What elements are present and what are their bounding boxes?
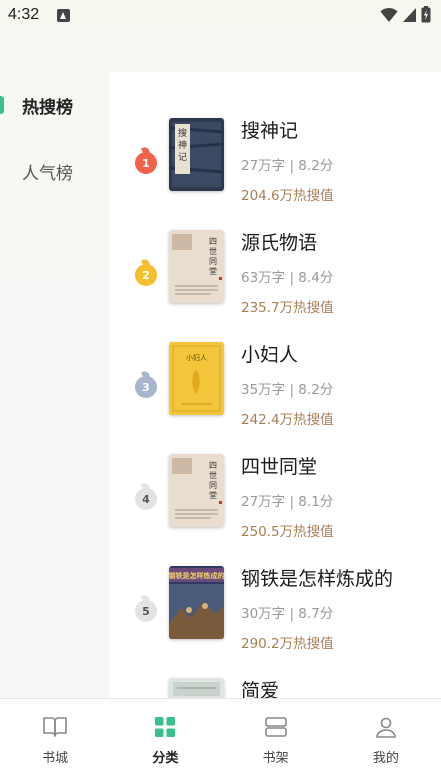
book-cover[interactable]: 小妇人 [169, 342, 224, 415]
cover-title-char: 记 [178, 152, 187, 163]
book-meta: 63万字 | 8.4分 [241, 270, 334, 286]
tab-category[interactable]: 分类 [110, 699, 220, 784]
cover-title-char: 搜 [178, 127, 187, 139]
book-cover[interactable]: 搜 神 记 [169, 118, 224, 191]
book-title: 小妇人 [241, 344, 299, 366]
book-meta: 27万字 | 8.2分 [241, 158, 334, 174]
rank-badge: 5 [135, 600, 157, 622]
book-title: 源氏物语 [241, 232, 318, 254]
shelf-icon [264, 717, 287, 737]
book-item[interactable]: 5 钢铁是怎样炼成的 钢铁是怎样炼成的 30万字 | 8.7分 290.2万热搜… [110, 566, 441, 678]
book-cover[interactable]: 四 世 同 堂 [169, 454, 224, 527]
user-icon [376, 717, 396, 738]
book-title: 搜神记 [241, 120, 299, 142]
rank-badge: 3 [135, 376, 157, 398]
cover-title-char: 世 [209, 470, 217, 480]
cover-title-char: 四 [209, 237, 217, 246]
sidebar-item-popularity[interactable]: 人气榜 [0, 138, 110, 204]
book-meta: 35万字 | 8.2分 [241, 382, 334, 398]
battery-icon [421, 6, 431, 23]
tab-bookstore[interactable]: 书城 [0, 699, 110, 784]
tab-profile[interactable]: 我的 [331, 699, 441, 784]
book-title: 钢铁是怎样炼成的 [241, 568, 394, 590]
book-cover[interactable] [169, 678, 224, 698]
rank-badge: 1 [135, 152, 157, 174]
tab-label: 我的 [372, 751, 399, 766]
book-heat: 204.6万热搜值 [241, 188, 334, 204]
book-item[interactable]: 4 四 世 同 堂 四世同堂 27万字 | 8.1分 250.5万热搜值 [110, 454, 441, 566]
book-heat: 235.7万热搜值 [241, 300, 334, 316]
book-item[interactable]: 简爱 [110, 678, 441, 698]
book-meta: 30万字 | 8.7分 [241, 606, 334, 622]
rank-badge: 4 [135, 488, 157, 510]
book-item[interactable]: 2 四 世 同 堂 源氏物语 63万字 | 8.4分 235.7万热搜值 [110, 230, 441, 342]
book-open-icon [43, 717, 67, 737]
tab-label: 分类 [152, 751, 179, 766]
sidebar-item-label: 人气榜 [22, 163, 73, 184]
bottom-tab-bar: 书城 分类 书架 我的 [0, 698, 441, 784]
book-ranking-list[interactable]: 1 搜 神 记 搜神记 27万字 | 8.2分 204.6万热搜值 2 四 世 [110, 72, 441, 698]
active-indicator [0, 96, 4, 114]
tab-label: 书架 [262, 751, 289, 766]
book-title: 简爱 [241, 680, 280, 698]
app-notification-icon [57, 9, 70, 22]
ranking-sidebar: 热搜榜 人气榜 [0, 72, 110, 204]
status-time: 4:32 [8, 6, 40, 23]
book-heat: 250.5万热搜值 [241, 524, 334, 540]
status-icons [380, 6, 431, 23]
cover-title-char: 堂 [209, 490, 217, 500]
sidebar-item-hot-search[interactable]: 热搜榜 [0, 72, 110, 138]
cover-title-text: 钢铁是怎样炼成的 [169, 571, 224, 580]
cover-title-char: 堂 [209, 266, 217, 276]
book-heat: 290.2万热搜值 [241, 636, 334, 652]
signal-icon [403, 7, 416, 22]
tab-label: 书城 [42, 751, 69, 766]
book-item[interactable]: 3 小妇人 小妇人 35万字 | 8.2分 242.4万热搜值 [110, 342, 441, 454]
grid-icon [155, 717, 176, 737]
status-bar: 4:32 [0, 0, 441, 32]
book-meta: 27万字 | 8.1分 [241, 494, 334, 510]
book-cover[interactable]: 钢铁是怎样炼成的 [169, 566, 224, 639]
cover-title-char: 同 [209, 481, 217, 490]
book-title: 四世同堂 [241, 456, 318, 478]
rank-badge: 2 [135, 264, 157, 286]
cover-title-char: 同 [209, 257, 217, 266]
book-cover[interactable]: 四 世 同 堂 [169, 230, 224, 303]
wifi-icon [380, 7, 398, 22]
cover-title-char: 神 [178, 139, 187, 151]
cover-title-char: 世 [209, 246, 217, 256]
cover-title-char: 四 [209, 461, 217, 470]
cover-title-text: 小妇人 [186, 353, 207, 362]
book-item[interactable]: 1 搜 神 记 搜神记 27万字 | 8.2分 204.6万热搜值 [110, 118, 441, 230]
sidebar-item-label: 热搜榜 [22, 97, 73, 118]
book-heat: 242.4万热搜值 [241, 412, 334, 428]
tab-bookshelf[interactable]: 书架 [221, 699, 331, 784]
